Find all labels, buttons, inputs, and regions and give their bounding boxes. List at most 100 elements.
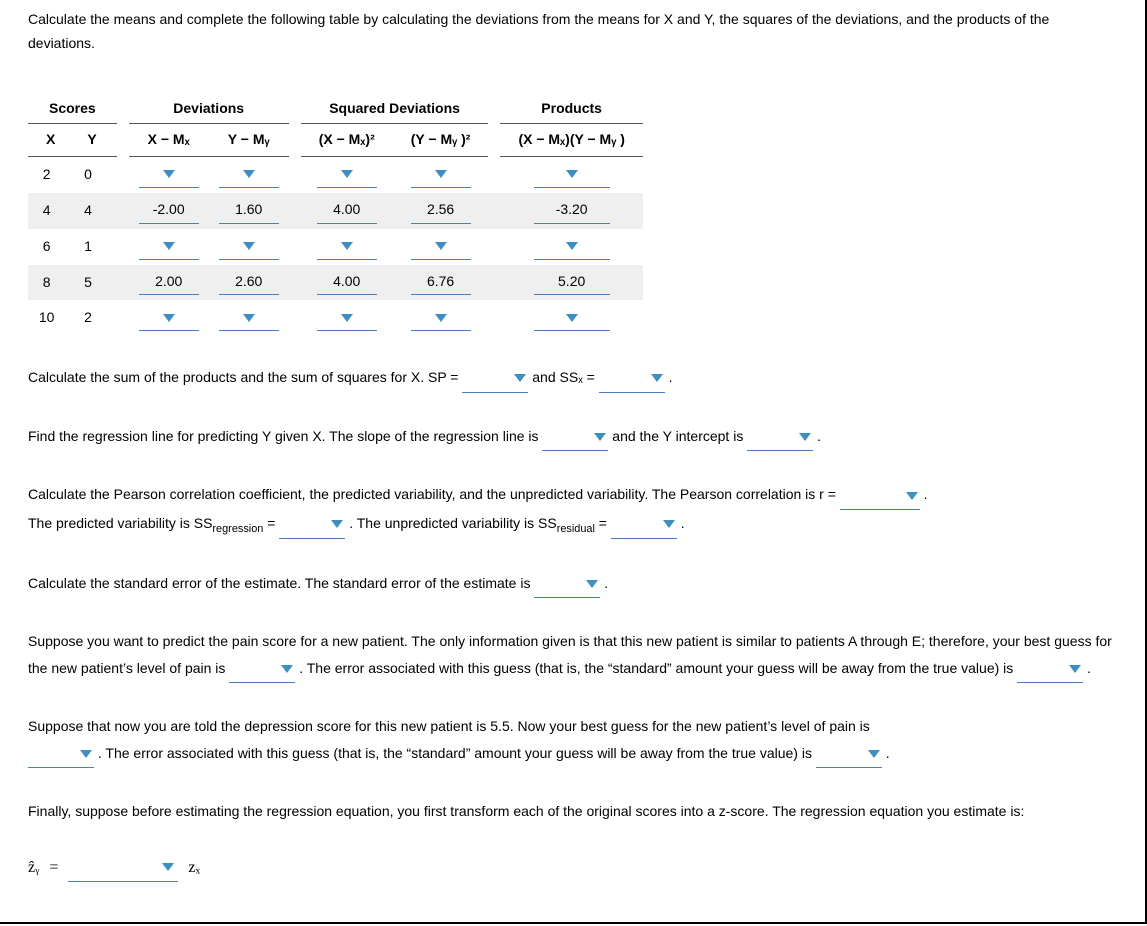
chevron-down-icon: [663, 520, 675, 528]
chevron-down-icon: [435, 242, 447, 250]
chevron-down-icon: [331, 520, 343, 528]
chevron-down-icon: [435, 170, 447, 178]
dropdown-ymy[interactable]: 1.60: [219, 198, 279, 224]
dropdown-ymy[interactable]: [219, 234, 279, 260]
chevron-down-icon: [651, 374, 663, 382]
chevron-down-icon: [163, 170, 175, 178]
dropdown-best-guess-1[interactable]: [229, 655, 295, 684]
chevron-down-icon: [586, 580, 598, 588]
dropdown-xmx[interactable]: 2.00: [139, 270, 199, 296]
question-pearson: Calculate the Pearson correlation coeffi…: [28, 481, 1117, 539]
dropdown-prod[interactable]: [534, 305, 610, 331]
dropdown-slope[interactable]: [542, 423, 608, 452]
dropdown-xmx[interactable]: -2.00: [139, 198, 199, 224]
chevron-down-icon: [341, 314, 353, 322]
chevron-down-icon: [281, 665, 293, 673]
col-y: Y: [69, 124, 116, 157]
eq-lhs: ẑᵧ: [28, 854, 39, 881]
chevron-down-icon: [799, 433, 811, 441]
chevron-down-icon: [243, 314, 255, 322]
dropdown-ymy2[interactable]: [411, 162, 471, 188]
col-ymy2: (Y − Mᵧ )²: [393, 124, 489, 157]
dropdown-z-coef[interactable]: [68, 853, 178, 882]
chevron-down-icon: [243, 242, 255, 250]
chevron-down-icon: [80, 750, 92, 758]
question-predict-given-depression: Suppose that now you are told the depres…: [28, 713, 1117, 768]
cell-x: 10: [28, 300, 69, 336]
col-xmx: X − Mₓ: [129, 124, 209, 157]
dropdown-prod[interactable]: 5.20: [534, 270, 610, 296]
question-zscore: Finally, suppose before estimating the r…: [28, 798, 1117, 825]
cell-y: 4: [69, 193, 116, 229]
cell-x: 6: [28, 229, 69, 265]
chevron-down-icon: [435, 314, 447, 322]
chevron-down-icon: [341, 242, 353, 250]
dropdown-r[interactable]: [840, 481, 920, 510]
dropdown-xmx[interactable]: [139, 234, 199, 260]
chevron-down-icon: [1069, 665, 1081, 673]
table-row: 102: [28, 300, 643, 336]
col-xmx2: (X − Mₓ)²: [301, 124, 393, 157]
table-row: 44 -2.00 1.60 4.00 2.56 -3.20: [28, 193, 643, 229]
table-row: 61: [28, 229, 643, 265]
z-equation: ẑᵧ = zₓ: [28, 853, 1117, 882]
dropdown-std-error[interactable]: [534, 570, 600, 599]
chevron-down-icon: [514, 374, 526, 382]
cell-y: 0: [69, 157, 116, 193]
cell-x: 8: [28, 265, 69, 301]
dropdown-ymy[interactable]: [219, 162, 279, 188]
dropdown-xmx[interactable]: [139, 162, 199, 188]
dropdown-xmx2[interactable]: 4.00: [317, 270, 377, 296]
table-row: 85 2.00 2.60 4.00 6.76 5.20: [28, 265, 643, 301]
dropdown-ssresid[interactable]: [611, 510, 677, 539]
cell-y: 1: [69, 229, 116, 265]
col-prod: (X − Mₓ)(Y − Mᵧ ): [500, 124, 642, 157]
dropdown-sp[interactable]: [462, 364, 528, 393]
intro-text: Calculate the means and complete the fol…: [28, 8, 1117, 56]
question-predict-pain: Suppose you want to predict the pain sco…: [28, 628, 1117, 683]
dropdown-ymy[interactable]: [219, 305, 279, 331]
hdr-scores: Scores: [28, 92, 117, 124]
dropdown-prod[interactable]: [534, 162, 610, 188]
cell-y: 2: [69, 300, 116, 336]
chevron-down-icon: [868, 750, 880, 758]
question-std-error: Calculate the standard error of the esti…: [28, 570, 1117, 599]
col-x: X: [28, 124, 69, 157]
hdr-deviations: Deviations: [129, 92, 289, 124]
dropdown-xmx2[interactable]: [317, 162, 377, 188]
chevron-down-icon: [906, 492, 918, 500]
col-ymy: Y − Mᵧ: [209, 124, 289, 157]
cell-y: 5: [69, 265, 116, 301]
dropdown-xmx[interactable]: [139, 305, 199, 331]
deviations-table: Scores Deviations Squared Deviations Pro…: [28, 92, 643, 337]
cell-x: 2: [28, 157, 69, 193]
dropdown-ymy[interactable]: 2.60: [219, 270, 279, 296]
dropdown-ssreg[interactable]: [279, 510, 345, 539]
question-sp-ssx: Calculate the sum of the products and th…: [28, 364, 1117, 393]
dropdown-ymy2[interactable]: 2.56: [411, 198, 471, 224]
chevron-down-icon: [341, 170, 353, 178]
hdr-sqdev: Squared Deviations: [301, 92, 489, 124]
table-row: 20: [28, 157, 643, 193]
chevron-down-icon: [594, 433, 606, 441]
dropdown-error-1[interactable]: [1017, 655, 1083, 684]
dropdown-prod[interactable]: -3.20: [534, 198, 610, 224]
chevron-down-icon: [566, 170, 578, 178]
dropdown-ssx[interactable]: [599, 364, 665, 393]
dropdown-xmx2[interactable]: [317, 305, 377, 331]
dropdown-error-2[interactable]: [816, 740, 882, 769]
chevron-down-icon: [566, 314, 578, 322]
dropdown-xmx2[interactable]: [317, 234, 377, 260]
cell-x: 4: [28, 193, 69, 229]
dropdown-intercept[interactable]: [747, 423, 813, 452]
chevron-down-icon: [243, 170, 255, 178]
dropdown-xmx2[interactable]: 4.00: [317, 198, 377, 224]
dropdown-prod[interactable]: [534, 234, 610, 260]
dropdown-ymy2[interactable]: 6.76: [411, 270, 471, 296]
chevron-down-icon: [163, 314, 175, 322]
dropdown-ymy2[interactable]: [411, 305, 471, 331]
dropdown-ymy2[interactable]: [411, 234, 471, 260]
chevron-down-icon: [163, 242, 175, 250]
chevron-down-icon: [566, 242, 578, 250]
dropdown-best-guess-2[interactable]: [28, 740, 94, 769]
